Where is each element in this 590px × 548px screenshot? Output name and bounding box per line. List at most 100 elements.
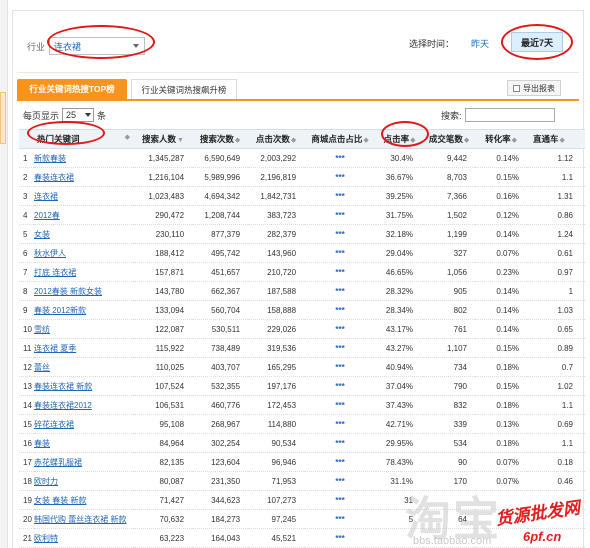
col-header-ztc[interactable]: 直通车◆ <box>527 129 586 149</box>
export-icon <box>513 84 520 92</box>
cell-searches: 460,776 <box>192 395 249 415</box>
cell-ctr: 43.17% <box>376 319 424 339</box>
cell-searchers: 115,922 <box>134 338 193 358</box>
cell-keyword[interactable]: 女装 <box>34 224 135 244</box>
page-size-select[interactable]: 25 <box>62 108 95 122</box>
col-header-orders[interactable]: 成交笔数◆ <box>423 129 476 149</box>
search-input[interactable] <box>464 108 555 122</box>
cell-rank: 6 <box>19 243 34 263</box>
export-button[interactable]: 导出报表 <box>507 80 561 96</box>
cell-keyword[interactable]: 欧利特 <box>34 528 135 548</box>
table-search: 搜索: <box>441 108 555 122</box>
cell-searchers: 188,412 <box>134 243 193 263</box>
cell-keyword[interactable]: 赤花蝶乳服裙 <box>34 452 135 472</box>
cell-orders: 1,199 <box>423 224 476 244</box>
cell-ztc: 1.02 <box>527 376 586 396</box>
col-header-conversion[interactable]: 转化率◆ <box>475 129 528 149</box>
cell-keyword[interactable]: 韩国代购 蕾丝连衣裙 新款 <box>34 509 135 529</box>
cell-keyword[interactable]: 连衣裙 夏季 <box>34 338 135 358</box>
tab-hot-search-top[interactable]: 行业关键词热搜TOP榜 <box>17 79 127 99</box>
col-header-keyword[interactable]: 热门关键词 ◆ <box>19 129 135 149</box>
cell-orders: 802 <box>423 300 476 320</box>
cell-ctr: 29.95% <box>376 433 424 453</box>
cell-rank: 19 <box>19 490 34 510</box>
time-last7-button[interactable]: 最近7天 <box>511 32 563 52</box>
table-row: 4 2012春 290,472 1,208,744 383,723 *** 31.75% 1,… <box>19 205 586 225</box>
cell-conversion: 0.07% <box>475 243 528 263</box>
cell-conversion: 0.14% <box>475 300 528 320</box>
col-header-ctr[interactable]: 点击率◆ <box>376 129 424 149</box>
cell-keyword[interactable]: 蕾丝 <box>34 357 135 377</box>
cell-keyword[interactable]: 雪纺 <box>34 319 135 339</box>
cell-keyword[interactable]: 春装 <box>34 433 135 453</box>
cell-keyword[interactable]: 春装连衣裙 新款 <box>34 376 135 396</box>
cell-keyword[interactable]: 女装 春装 新款 <box>34 490 135 510</box>
cell-clicks: 165,295 <box>248 357 305 377</box>
cell-rank: 14 <box>19 395 34 415</box>
cell-searches: 560,704 <box>192 300 249 320</box>
cell-conversion: 0.14% <box>475 148 528 168</box>
cell-clicks: 143,960 <box>248 243 305 263</box>
cell-searches: 302,254 <box>192 433 249 453</box>
cell-conversion: 0.13% <box>475 414 528 434</box>
search-label: 搜索: <box>441 110 462 121</box>
cell-rank: 12 <box>19 357 34 377</box>
table-row: 14 春装连衣裙2012 106,531 460,776 172,453 *** 37.43… <box>19 395 586 415</box>
cell-clicks: 158,888 <box>248 300 305 320</box>
cell-rank: 7 <box>19 262 34 282</box>
cell-mall-click-share: *** <box>304 300 377 320</box>
cell-keyword[interactable]: 春装连衣裙2012 <box>34 395 135 415</box>
table-row: 1 新款春装 1,345,287 6,590,649 2,003,292 *** 30.4%… <box>19 148 586 168</box>
cell-orders: 1,502 <box>423 205 476 225</box>
cell-mall-click-share: *** <box>304 205 377 225</box>
col-header-mall-click-share[interactable]: 商城点击占比◆ <box>304 129 377 149</box>
cell-orders: 339 <box>423 414 476 434</box>
cell-searchers: 122,087 <box>134 319 193 339</box>
cell-keyword[interactable]: 秋水伊人 <box>34 243 135 263</box>
cell-keyword[interactable]: 春装连衣裙 <box>34 167 135 187</box>
cell-searches: 1,208,744 <box>192 205 249 225</box>
page-size-value: 25 <box>66 110 77 120</box>
cell-mall-click-share: *** <box>304 509 377 529</box>
cell-rank: 20 <box>19 509 34 529</box>
cell-rank: 10 <box>19 319 34 339</box>
time-label: 选择时间： <box>409 39 455 49</box>
cell-conversion: 0.23% <box>475 262 528 282</box>
cell-keyword[interactable]: 新款春装 <box>34 148 135 168</box>
col-header-searches[interactable]: 搜索次数◆ <box>192 129 249 149</box>
cell-rank: 11 <box>19 338 34 358</box>
cell-searches: 268,967 <box>192 414 249 434</box>
cell-clicks: 210,720 <box>248 262 305 282</box>
cell-keyword[interactable]: 碎花连衣裙 <box>34 414 135 434</box>
cell-clicks: 97,245 <box>248 509 305 529</box>
cell-searchers: 106,531 <box>134 395 193 415</box>
cell-mall-click-share: *** <box>304 319 377 339</box>
cell-keyword[interactable]: 欧时力 <box>34 471 135 491</box>
cell-mall-click-share: *** <box>304 414 377 434</box>
cell-orders: 534 <box>423 433 476 453</box>
cell-keyword[interactable]: 打底 连衣裙 <box>34 262 135 282</box>
cell-mall-click-share: *** <box>304 395 377 415</box>
industry-select[interactable]: 连衣裙 <box>49 37 146 55</box>
col-header-searchers[interactable]: 搜索人数▼ <box>134 129 193 149</box>
sort-icon: ◆ <box>363 137 369 144</box>
time-yesterday-link[interactable]: 昨天 <box>471 37 489 50</box>
tab-hot-search-rising[interactable]: 行业关键词热搜飙升榜 <box>131 79 237 99</box>
cell-mall-click-share: *** <box>304 262 377 282</box>
cell-conversion: 0.18% <box>475 433 528 453</box>
cell-mall-click-share: *** <box>304 528 377 548</box>
cell-searches: 231,350 <box>192 471 249 491</box>
cell-clicks: 71,953 <box>248 471 305 491</box>
cell-keyword[interactable]: 2012春装 新款女装 <box>34 281 135 301</box>
table-row: 17 赤花蝶乳服裙 82,135 123,604 96,946 *** 78.43% 90 0.… <box>19 452 586 472</box>
col-header-clicks[interactable]: 点击次数◆ <box>248 129 305 149</box>
cell-ztc: 1.1 <box>527 433 586 453</box>
cell-keyword[interactable]: 连衣裙 <box>34 186 135 206</box>
cell-keyword[interactable]: 2012春 <box>34 205 135 225</box>
cell-conversion: 0.15% <box>475 376 528 396</box>
cell-mall-click-share: *** <box>304 281 377 301</box>
cell-clicks: 319,536 <box>248 338 305 358</box>
cell-clicks: 107,273 <box>248 490 305 510</box>
cell-searchers: 290,472 <box>134 205 193 225</box>
cell-keyword[interactable]: 春装 2012新款 <box>34 300 135 320</box>
